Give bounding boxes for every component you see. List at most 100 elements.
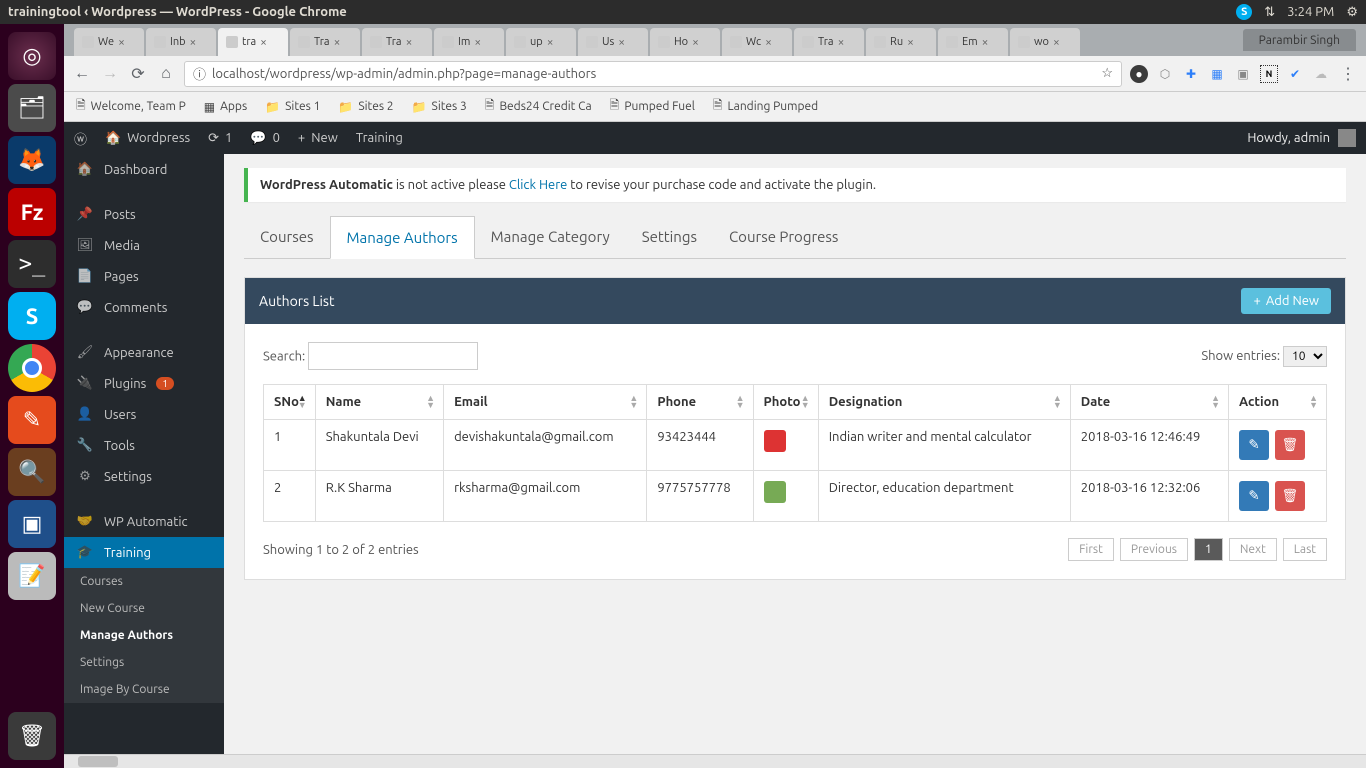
avatar[interactable] [1338, 129, 1356, 147]
notice-link[interactable]: Click Here [509, 178, 567, 192]
browser-tab[interactable]: Ru× [866, 28, 936, 56]
chrome-menu-icon[interactable]: ⋮ [1338, 64, 1358, 83]
browser-tab[interactable]: Us× [578, 28, 648, 56]
ext-icon-3[interactable]: ✚ [1182, 65, 1200, 83]
close-icon[interactable]: × [118, 36, 125, 49]
browser-tab[interactable]: Wc× [722, 28, 792, 56]
bookmark-item[interactable]: 📁Sites 3 [412, 100, 467, 114]
wp-new[interactable]: + New [298, 131, 338, 145]
tab-manage-authors[interactable]: Manage Authors [330, 216, 475, 259]
col-email[interactable]: Email▲▼ [444, 385, 647, 420]
submenu-item[interactable]: Manage Authors [64, 622, 224, 649]
pager-last[interactable]: Last [1283, 538, 1327, 561]
delete-button[interactable]: 🗑 [1275, 481, 1305, 511]
bookmark-item[interactable]: 📁Sites 1 [265, 100, 320, 114]
back-icon[interactable]: ← [72, 64, 92, 83]
browser-tab[interactable]: wo× [1010, 28, 1080, 56]
sidebar-item-posts[interactable]: 📌Posts [64, 199, 224, 230]
col-name[interactable]: Name▲▼ [315, 385, 443, 420]
close-icon[interactable]: × [982, 36, 989, 49]
omnibox[interactable]: ⓘ localhost/wordpress/wp-admin/admin.php… [184, 61, 1122, 87]
pager-first[interactable]: First [1068, 538, 1114, 561]
sidebar-item-plugins[interactable]: 🔌Plugins1 [64, 368, 224, 399]
sidebar-item-users[interactable]: 👤Users [64, 399, 224, 430]
ext-icon-1[interactable]: ● [1130, 65, 1148, 83]
launcher-search-icon[interactable]: 🔍 [8, 448, 56, 496]
col-action[interactable]: Action▲▼ [1229, 385, 1327, 420]
browser-tab[interactable]: Tra× [362, 28, 432, 56]
browser-tab[interactable]: Ho× [650, 28, 720, 56]
sidebar-item-media[interactable]: 🖼Media [64, 230, 224, 261]
browser-tab[interactable]: We× [74, 28, 144, 56]
close-icon[interactable]: × [838, 36, 845, 49]
launcher-filezilla-icon[interactable]: Fz [8, 188, 56, 236]
pager-next[interactable]: Next [1229, 538, 1277, 561]
pager-prev[interactable]: Previous [1120, 538, 1188, 561]
skype-icon[interactable]: S [1236, 4, 1252, 20]
home-icon[interactable]: ⌂ [156, 64, 176, 83]
launcher-terminal-icon[interactable]: >_ [8, 240, 56, 288]
sidebar-item-training[interactable]: 🎓Training [64, 537, 224, 568]
browser-tab[interactable]: Im× [434, 28, 504, 56]
wp-logo-icon[interactable]: ⓦ [74, 129, 87, 148]
launcher-files-icon[interactable]: 🗂 [8, 84, 56, 132]
browser-tab[interactable]: up× [506, 28, 576, 56]
close-icon[interactable]: × [547, 36, 554, 49]
col-sno[interactable]: SNo▲▼ [264, 385, 316, 420]
gear-icon[interactable]: ⚙ [1346, 5, 1358, 20]
reload-icon[interactable]: ⟳ [128, 64, 148, 83]
bookmark-item[interactable]: 🗎Welcome, Team P [76, 96, 186, 117]
close-icon[interactable]: × [1053, 36, 1060, 49]
close-icon[interactable]: × [260, 36, 267, 49]
wp-howdy[interactable]: Howdy, admin [1247, 131, 1330, 145]
col-designation[interactable]: Designation▲▼ [818, 385, 1070, 420]
close-icon[interactable]: × [334, 36, 341, 49]
launcher-textedit-icon[interactable]: 📝 [8, 552, 56, 600]
ext-icon-5[interactable]: ▣ [1234, 65, 1252, 83]
launcher-firefox-icon[interactable]: 🦊 [8, 136, 56, 184]
horizontal-scrollbar[interactable] [64, 754, 1366, 768]
browser-tab[interactable]: Tra× [290, 28, 360, 56]
bookmark-item[interactable]: ▦Apps [204, 100, 247, 114]
chrome-user-badge[interactable]: Parambir Singh [1243, 29, 1356, 51]
launcher-virtualbox-icon[interactable]: ▣ [8, 500, 56, 548]
launcher-dash-icon[interactable]: ◎ [8, 32, 56, 80]
sidebar-item-appearance[interactable]: 🖌Appearance [64, 337, 224, 368]
browser-tab[interactable]: Tra× [794, 28, 864, 56]
col-date[interactable]: Date▲▼ [1070, 385, 1228, 420]
tab-course-progress[interactable]: Course Progress [713, 216, 854, 258]
submenu-item[interactable]: Courses [64, 568, 224, 595]
clock[interactable]: 3:24 PM [1287, 5, 1334, 19]
network-icon[interactable]: ⇅ [1264, 5, 1275, 20]
tab-settings[interactable]: Settings [626, 216, 713, 258]
bookmark-item[interactable]: 📁Sites 2 [338, 100, 393, 114]
edit-button[interactable]: ✎ [1239, 430, 1269, 460]
sidebar-item-dashboard[interactable]: 🏠Dashboard [64, 154, 224, 185]
close-icon[interactable]: × [406, 36, 413, 49]
wp-site-link[interactable]: 🏠 Wordpress [105, 131, 190, 146]
show-entries-select[interactable]: 10 [1283, 346, 1327, 367]
col-photo[interactable]: Photo▲▼ [753, 385, 818, 420]
pager-page-1[interactable]: 1 [1194, 538, 1223, 561]
sidebar-item-wp-automatic[interactable]: 🤝WP Automatic [64, 506, 224, 537]
col-phone[interactable]: Phone▲▼ [647, 385, 753, 420]
close-icon[interactable]: × [907, 36, 914, 49]
forward-icon[interactable]: → [100, 64, 120, 83]
sidebar-item-tools[interactable]: 🔧Tools [64, 430, 224, 461]
launcher-skype-icon[interactable]: S [8, 292, 56, 340]
launcher-chrome-icon[interactable] [8, 344, 56, 392]
bookmark-item[interactable]: 🗎Beds24 Credit Ca [485, 96, 592, 117]
launcher-app-icon[interactable]: ✎ [8, 396, 56, 444]
wp-comments[interactable]: 💬 0 [250, 131, 280, 146]
browser-tab[interactable]: Em× [938, 28, 1008, 56]
ext-icon-2[interactable]: ⬡ [1156, 65, 1174, 83]
wp-updates[interactable]: ⟳ 1 [208, 131, 232, 146]
close-icon[interactable]: × [618, 36, 625, 49]
bookmark-item[interactable]: 🗎Landing Pumped [713, 96, 818, 117]
sidebar-item-pages[interactable]: 📄Pages [64, 261, 224, 292]
ext-icon-6[interactable]: N [1260, 65, 1278, 83]
sidebar-item-comments[interactable]: 💬Comments [64, 292, 224, 323]
browser-tab[interactable]: tra× [218, 28, 288, 56]
submenu-item[interactable]: New Course [64, 595, 224, 622]
ext-icon-4[interactable]: ▦ [1208, 65, 1226, 83]
